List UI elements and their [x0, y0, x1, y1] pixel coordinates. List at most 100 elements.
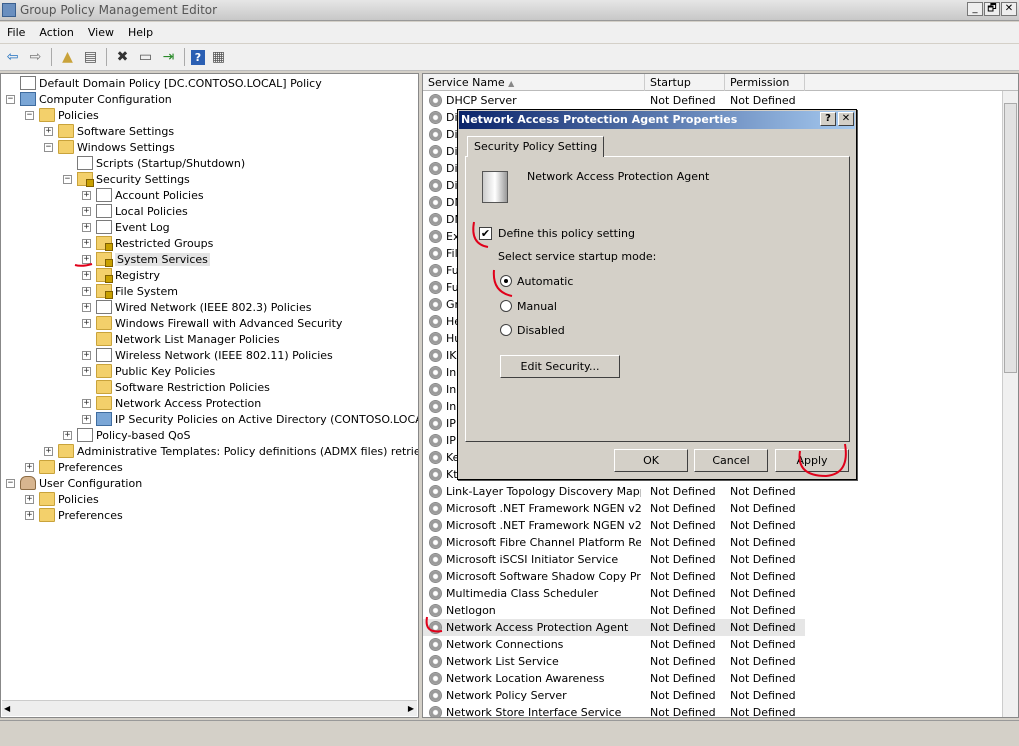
service-row[interactable]: Network Access Protection Agent Not Defin… — [423, 619, 805, 636]
service-row[interactable]: Multimedia Class Scheduler Not Defined Not… — [423, 585, 1003, 602]
service-row[interactable]: Link-Layer Topology Discovery Mapper Not … — [423, 483, 1003, 500]
service-row[interactable]: Network Policy Server Not Defined Not Defi… — [423, 687, 1003, 704]
expand-icon[interactable]: + — [44, 126, 53, 136]
menu-help[interactable]: Help — [121, 26, 160, 39]
expand-icon[interactable]: + — [82, 318, 91, 328]
tree-node[interactable]: − Security Settings — [63, 171, 190, 187]
help-icon[interactable]: ? — [191, 49, 205, 65]
menu-file[interactable]: File — [0, 26, 32, 39]
manual-radio[interactable] — [500, 300, 512, 312]
expand-icon[interactable]: + — [82, 302, 91, 312]
tree-node[interactable]: Network List Manager Policies — [82, 331, 280, 347]
expand-icon[interactable]: + — [44, 446, 53, 456]
tree-node[interactable]: + Account Policies — [82, 187, 204, 203]
tree-node[interactable]: + System Services — [82, 251, 210, 267]
automatic-radio[interactable] — [500, 275, 512, 287]
export-list-icon[interactable]: ⇥ — [159, 48, 178, 67]
scroll-thumb[interactable] — [1004, 103, 1017, 373]
forward-arrow-icon[interactable]: ⇨ — [26, 48, 45, 67]
tree-node[interactable]: + Restricted Groups — [82, 235, 213, 251]
dialog-help-button[interactable]: ? — [820, 112, 836, 126]
tree-node[interactable]: + IP Security Policies on Active Director… — [82, 411, 418, 427]
delete-icon[interactable]: ✖ — [113, 48, 132, 67]
expand-icon[interactable]: + — [82, 286, 91, 296]
expand-icon[interactable]: + — [25, 462, 34, 472]
restore-button[interactable]: 🗗 — [984, 2, 1000, 16]
ok-button[interactable]: OK — [614, 449, 688, 472]
service-row[interactable]: Microsoft .NET Framework NGEN v2.0... Not… — [423, 517, 1003, 534]
service-row[interactable]: Microsoft Software Shadow Copy Pro... Not… — [423, 568, 1003, 585]
service-row[interactable]: Network Location Awareness Not Defined Not… — [423, 670, 1003, 687]
tree-node[interactable]: + Preferences — [25, 459, 123, 475]
expand-icon[interactable]: + — [82, 414, 91, 424]
properties-icon[interactable]: ▭ — [136, 48, 155, 67]
service-row[interactable]: Microsoft Fibre Channel Platform Regi...… — [423, 534, 1003, 551]
show-hide-tree-icon[interactable]: ▤ — [81, 48, 100, 67]
tree-node[interactable]: + Local Policies — [82, 203, 188, 219]
service-row[interactable]: Network Connections Not Defined Not Define… — [423, 636, 1003, 653]
service-row[interactable]: Network List Service Not Defined Not Defin… — [423, 653, 1003, 670]
back-arrow-icon[interactable]: ⇦ — [3, 48, 22, 67]
expand-icon[interactable]: + — [82, 350, 91, 360]
tree-node[interactable]: − Windows Settings — [44, 139, 175, 155]
collapse-icon[interactable]: − — [6, 94, 15, 104]
tree-node[interactable]: + Software Settings — [44, 123, 174, 139]
collapse-icon[interactable]: − — [25, 110, 34, 120]
tree-node[interactable]: − User Configuration — [6, 475, 142, 491]
service-row[interactable]: Netlogon Not Defined Not Defined — [423, 602, 1003, 619]
menu-view[interactable]: View — [81, 26, 121, 39]
tree-node[interactable]: + Public Key Policies — [82, 363, 215, 379]
close-button[interactable]: ✕ — [1001, 2, 1017, 16]
service-row[interactable]: Microsoft iSCSI Initiator Service Not Def… — [423, 551, 1003, 568]
minimize-button[interactable]: _ — [967, 2, 983, 16]
expand-icon[interactable]: + — [25, 494, 34, 504]
tab-security-policy-setting[interactable]: Security Policy Setting — [467, 136, 605, 157]
tree-node[interactable]: Default Domain Policy [DC.CONTOSO.LOCAL]… — [6, 75, 322, 91]
collapse-icon[interactable]: − — [6, 478, 15, 488]
tree-node[interactable]: − Computer Configuration — [6, 91, 172, 107]
expand-icon[interactable]: + — [25, 510, 34, 520]
define-policy-checkbox[interactable]: ✔ — [479, 227, 492, 240]
tree-node[interactable]: + Administrative Templates: Policy defini… — [44, 443, 418, 459]
expand-icon[interactable]: + — [82, 238, 91, 248]
tree-node[interactable]: + Policy-based QoS — [63, 427, 191, 443]
col-startup[interactable]: Startup — [645, 74, 725, 91]
tree-node[interactable]: Scripts (Startup/Shutdown) — [63, 155, 245, 171]
expand-icon[interactable]: + — [63, 430, 72, 440]
col-service-name[interactable]: Service Name ▲ — [423, 74, 645, 91]
edit-security-button[interactable]: Edit Security... — [500, 355, 620, 378]
mmc-pane-icon[interactable]: ▦ — [209, 48, 228, 67]
tree-node[interactable]: − Policies — [25, 107, 99, 123]
tree-horizontal-scrollbar[interactable]: ◀ ▶ — [2, 700, 417, 716]
list-vertical-scrollbar[interactable] — [1002, 91, 1018, 717]
tree-node[interactable]: + Policies — [25, 491, 99, 507]
expand-icon[interactable]: + — [82, 222, 91, 232]
col-permission[interactable]: Permission — [725, 74, 805, 91]
up-folder-icon[interactable]: ▲ — [58, 48, 77, 67]
tree-node[interactable]: + Preferences — [25, 507, 123, 523]
service-row[interactable]: DHCP Server Not Defined Not Defined — [423, 92, 1003, 109]
collapse-icon[interactable]: − — [44, 142, 53, 152]
service-row[interactable]: Microsoft .NET Framework NGEN v2.0... Not… — [423, 500, 1003, 517]
tree-node[interactable]: + Windows Firewall with Advanced Security — [82, 315, 342, 331]
expand-icon[interactable]: + — [82, 206, 91, 216]
tree-node[interactable]: + File System — [82, 283, 178, 299]
tree-node[interactable]: + Network Access Protection — [82, 395, 261, 411]
dialog-close-button[interactable]: ✕ — [838, 112, 854, 126]
expand-icon[interactable]: + — [82, 270, 91, 280]
menu-action[interactable]: Action — [32, 26, 80, 39]
tree-node[interactable]: + Event Log — [82, 219, 170, 235]
expand-icon[interactable]: + — [82, 366, 91, 376]
expand-icon[interactable]: + — [82, 398, 91, 408]
tree-node[interactable]: + Wireless Network (IEEE 802.11) Policies — [82, 347, 333, 363]
disabled-radio[interactable] — [500, 324, 512, 336]
tree-node[interactable]: + Registry — [82, 267, 160, 283]
cancel-button[interactable]: Cancel — [694, 449, 768, 472]
expand-icon[interactable]: + — [82, 190, 91, 200]
tree-node[interactable]: + Wired Network (IEEE 802.3) Policies — [82, 299, 312, 315]
expand-icon[interactable]: + — [82, 254, 91, 264]
tree-node[interactable]: Software Restriction Policies — [82, 379, 270, 395]
apply-button[interactable]: Apply — [775, 449, 849, 472]
service-row[interactable]: Network Store Interface Service Not Defin… — [423, 704, 1003, 717]
collapse-icon[interactable]: − — [63, 174, 72, 184]
